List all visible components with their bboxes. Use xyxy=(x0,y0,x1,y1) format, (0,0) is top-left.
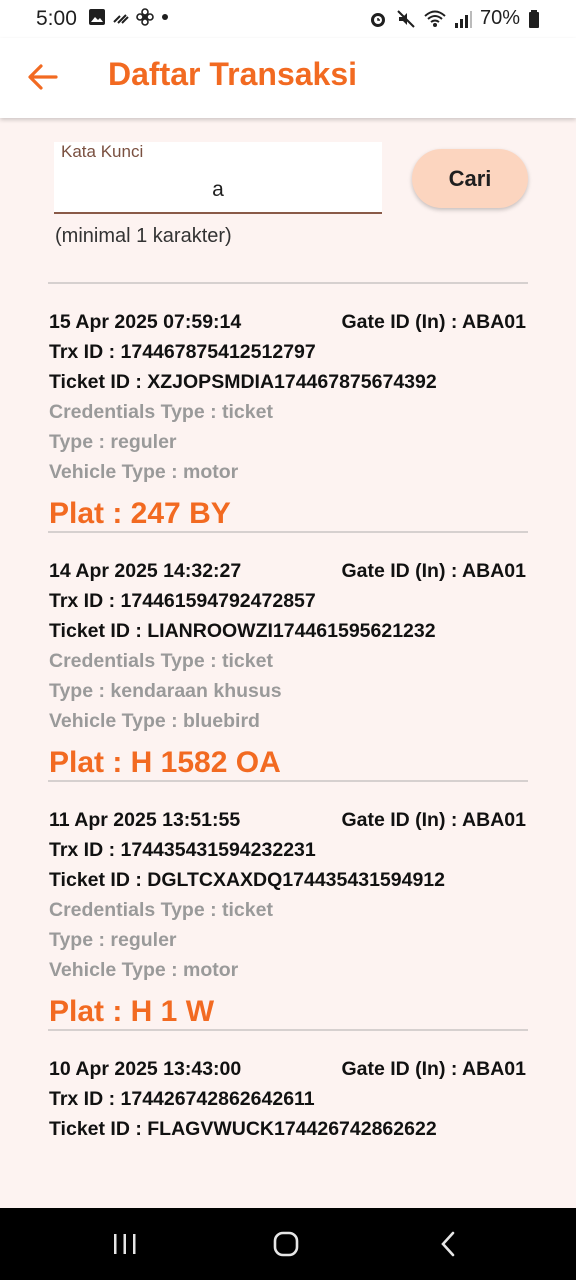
transaction-item[interactable]: 11 Apr 2025 13:51:55 Gate ID (In) : ABA01… xyxy=(48,782,528,1029)
transaction-gate: Gate ID (In) : ABA01 xyxy=(341,809,526,831)
transaction-gate: Gate ID (In) : ABA01 xyxy=(341,560,526,582)
transaction-item[interactable]: 14 Apr 2025 14:32:27 Gate ID (In) : ABA01… xyxy=(48,533,528,780)
transaction-vehicle: Vehicle Type : motor xyxy=(49,461,239,483)
transaction-trx-id: Trx ID : 174461594792472857 xyxy=(49,590,316,612)
search-value[interactable]: a xyxy=(54,178,382,202)
transaction-trx-id: Trx ID : 174426742862642611 xyxy=(49,1088,315,1110)
transaction-ticket-id: Ticket ID : DGLTCXAXDQ174435431594912 xyxy=(49,869,445,891)
transaction-credentials: Credentials Type : ticket xyxy=(49,899,273,921)
battery-text: 70% xyxy=(479,7,520,29)
signal-wave-icon xyxy=(113,14,129,24)
alarm-icon xyxy=(370,12,385,27)
battery-icon xyxy=(529,9,539,28)
search-button[interactable]: Cari xyxy=(412,149,528,208)
transaction-item[interactable]: 10 Apr 2025 13:43:00 Gate ID (In) : ABA01… xyxy=(48,1031,528,1208)
transaction-type: Type : kendaraan khusus xyxy=(49,680,282,702)
transaction-vehicle: Vehicle Type : bluebird xyxy=(49,710,260,732)
transaction-ticket-id: Ticket ID : XZJOPSMDIA174467875674392 xyxy=(49,371,437,393)
transaction-trx-id: Trx ID : 174467875412512797 xyxy=(49,341,316,363)
cell-signal-icon xyxy=(454,10,472,28)
transaction-list[interactable]: 15 Apr 2025 07:59:14 Gate ID (In) : ABA01… xyxy=(48,282,528,1208)
status-right-icons: 70% xyxy=(368,7,540,30)
transaction-credentials: Credentials Type : ticket xyxy=(49,401,273,423)
status-bar: 5:00 70% xyxy=(0,0,576,38)
search-label: Kata Kunci xyxy=(61,142,144,161)
transaction-item[interactable]: 15 Apr 2025 07:59:14 Gate ID (In) : ABA01… xyxy=(48,284,528,531)
transaction-trx-id: Trx ID : 174435431594232231 xyxy=(49,839,316,861)
transaction-plat: Plat : 247 BY xyxy=(49,497,231,530)
transaction-gate: Gate ID (In) : ABA01 xyxy=(341,311,526,333)
recents-icon[interactable] xyxy=(112,1228,138,1260)
transaction-ticket-id: Ticket ID : FLAGVWUCK174426742862622 xyxy=(49,1118,437,1140)
image-icon xyxy=(89,9,105,25)
status-left-icons xyxy=(88,8,170,26)
transaction-type: Type : reguler xyxy=(49,929,177,951)
app-bar: Daftar Transaksi xyxy=(0,38,576,118)
back-arrow-icon[interactable] xyxy=(26,60,60,94)
search-helper-text: (minimal 1 karakter) xyxy=(55,225,232,247)
transaction-datetime: 11 Apr 2025 13:51:55 xyxy=(49,809,241,831)
transaction-plat: Plat : H 1582 OA xyxy=(49,746,281,779)
status-time: 5:00 xyxy=(36,7,77,30)
transaction-gate: Gate ID (In) : ABA01 xyxy=(341,1058,526,1080)
fan-icon xyxy=(136,8,154,26)
transaction-datetime: 10 Apr 2025 13:43:00 xyxy=(49,1058,242,1080)
system-nav-bar xyxy=(0,1208,576,1280)
dot-icon xyxy=(162,14,168,20)
transaction-type: Type : reguler xyxy=(49,431,177,453)
transaction-datetime: 14 Apr 2025 14:32:27 xyxy=(49,560,242,582)
transaction-ticket-id: Ticket ID : LIANROOWZI174461595621232 xyxy=(49,620,436,642)
search-input[interactable]: Kata Kunci a xyxy=(54,142,382,214)
home-icon[interactable] xyxy=(272,1228,300,1260)
wifi-icon xyxy=(424,10,446,27)
nav-back-icon[interactable] xyxy=(436,1228,460,1260)
transaction-credentials: Credentials Type : ticket xyxy=(49,650,273,672)
transaction-plat: Plat : H 1 W xyxy=(49,995,215,1028)
transaction-datetime: 15 Apr 2025 07:59:14 xyxy=(49,311,242,333)
mute-icon xyxy=(397,9,415,28)
page-title: Daftar Transaksi xyxy=(108,56,358,92)
transaction-vehicle: Vehicle Type : motor xyxy=(49,959,239,981)
